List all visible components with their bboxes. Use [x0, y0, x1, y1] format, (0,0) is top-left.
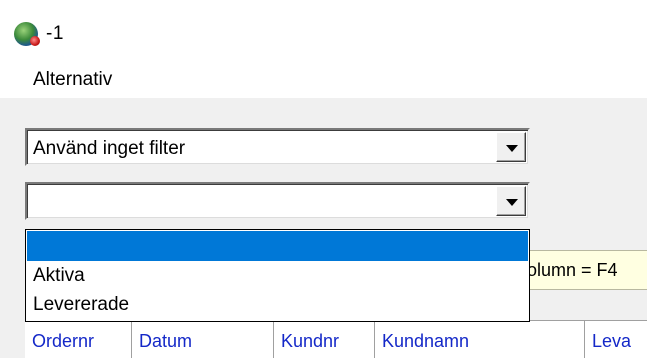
menu-bar: Alternativ [0, 64, 647, 98]
dropdown-option-aktiva[interactable]: Aktiva [27, 261, 528, 291]
filter-combobox-value: Använd inget filter [33, 138, 186, 159]
column-header-label: Leva [592, 331, 632, 351]
menu-item-alternativ[interactable]: Alternativ [33, 69, 112, 91]
column-header-leva[interactable]: Leva [585, 321, 647, 358]
globe-magnifier-icon[interactable] [14, 22, 40, 46]
status-dropdown-button[interactable] [496, 186, 526, 216]
magnifier-handle [30, 36, 40, 46]
chevron-down-icon [506, 145, 518, 152]
title-bar: -1 [0, 0, 647, 64]
column-header-label: Ordernr [32, 331, 95, 351]
column-header-label: Kundnamn [382, 331, 470, 351]
window-title: -1 [46, 23, 64, 44]
column-header-datum[interactable]: Datum [132, 321, 274, 358]
column-header-ordernr[interactable]: Ordernr [25, 321, 132, 358]
status-combobox[interactable] [25, 182, 530, 220]
dropdown-option-empty[interactable] [27, 231, 528, 261]
filter-combobox[interactable]: Använd inget filter [25, 128, 530, 166]
filter-dropdown-button[interactable] [496, 132, 526, 162]
orders-grid[interactable]: Ordernr Datum Kundnr Kundnamn Leva [25, 320, 647, 358]
dropdown-option-label: Aktiva [33, 265, 85, 286]
status-dropdown-list: Aktiva Levererade [25, 229, 530, 322]
column-header-label: Kundnr [281, 331, 340, 351]
dropdown-option-levererade[interactable]: Levererade [27, 290, 528, 320]
dropdown-option-label: Levererade [33, 294, 130, 315]
chevron-down-icon [506, 199, 518, 206]
hint-text: olumn = F4 [527, 260, 618, 280]
column-header-kundnr[interactable]: Kundnr [274, 321, 375, 358]
column-header-label: Datum [139, 331, 193, 351]
column-header-kundnamn[interactable]: Kundnamn [375, 321, 585, 358]
